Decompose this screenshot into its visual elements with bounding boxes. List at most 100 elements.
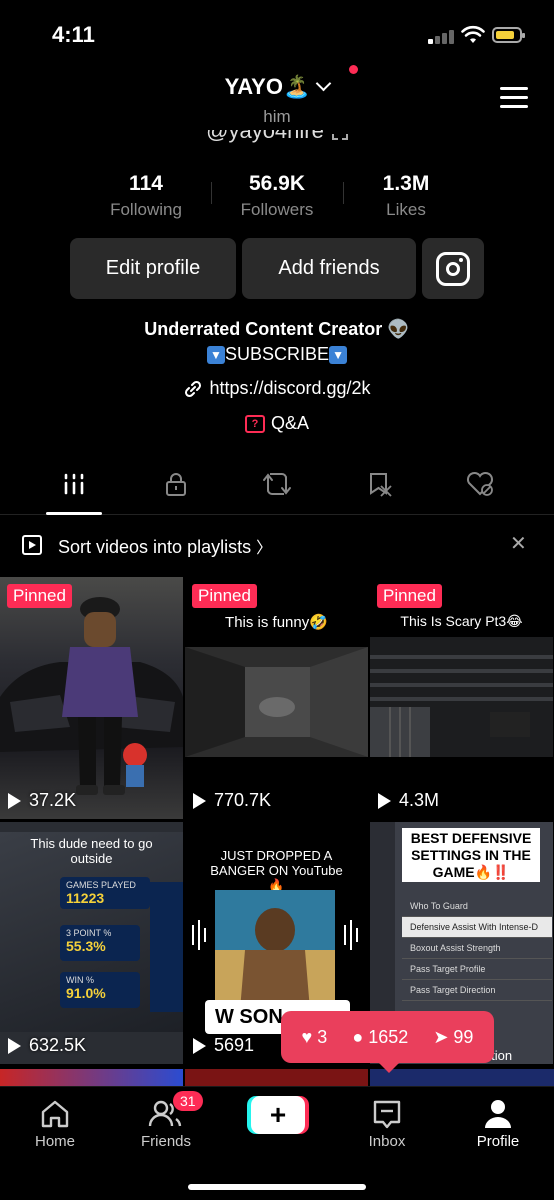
stat-followers[interactable]: 56.9K Followers bbox=[217, 172, 337, 220]
close-icon[interactable]: ✕ bbox=[510, 531, 527, 556]
view-count: 5691 bbox=[193, 1035, 254, 1056]
stat-panel: GAMES PLAYED 11223 bbox=[60, 877, 150, 909]
menu-icon[interactable] bbox=[500, 87, 528, 109]
down-arrow-icon: ▼ bbox=[329, 346, 348, 365]
heart-icon: ♥ bbox=[301, 1026, 313, 1047]
status-time: 4:11 bbox=[52, 22, 95, 47]
playlist-banner[interactable]: Sort videos into playlists 〉 ✕ bbox=[0, 515, 554, 575]
profile-header: YAYO🏝️ him bbox=[0, 65, 554, 130]
nav-inbox[interactable]: Inbox bbox=[332, 1095, 442, 1150]
stat-panel bbox=[150, 882, 183, 1012]
video-grid: Pinned 37.2K This is funny🤣 Pinned 770.7… bbox=[0, 577, 554, 1085]
view-count: 4.3M bbox=[378, 790, 439, 811]
wifi-icon bbox=[461, 25, 485, 43]
subscribe-text: SUBSCRIBE bbox=[224, 344, 330, 364]
play-icon bbox=[193, 1037, 206, 1054]
down-arrow-icon: ▼ bbox=[206, 346, 225, 365]
tab-liked[interactable] bbox=[430, 455, 530, 513]
view-count: 770.7K bbox=[193, 790, 271, 811]
bio-line-2: ▼ SUBSCRIBE ▼ bbox=[0, 344, 554, 365]
link-text: https://discord.gg/2k bbox=[209, 378, 371, 398]
nav-home-label: Home bbox=[34, 1133, 75, 1150]
profile-icon bbox=[485, 1100, 511, 1128]
grid-icon bbox=[64, 473, 84, 495]
chevron-down-icon bbox=[316, 75, 332, 92]
nav-friends[interactable]: Friends 31 bbox=[111, 1091, 221, 1150]
link-icon bbox=[185, 381, 202, 398]
inbox-icon bbox=[373, 1100, 401, 1129]
share-icon: ➤ bbox=[433, 1026, 449, 1047]
divider bbox=[343, 182, 344, 204]
video-tile[interactable]: This is funny🤣 Pinned 770.7K bbox=[185, 577, 368, 819]
signal-icon bbox=[428, 28, 458, 44]
tab-reposts[interactable] bbox=[227, 455, 327, 513]
chevron-right-icon: 〉 bbox=[256, 540, 273, 557]
video-tile[interactable]: This dude need to go outside GAMES PLAYE… bbox=[0, 822, 183, 1064]
alien-emoji: 👽 bbox=[387, 319, 410, 339]
stat-following[interactable]: 114 Following bbox=[86, 172, 206, 220]
pinned-badge: Pinned bbox=[192, 584, 257, 608]
island-emoji: 🏝️ bbox=[282, 74, 311, 99]
add-friends-button[interactable]: Add friends bbox=[242, 238, 416, 299]
activity-shares: ➤ 99 bbox=[433, 1026, 474, 1047]
video-thumbnail bbox=[192, 890, 358, 1010]
home-icon bbox=[41, 1100, 69, 1128]
likes-count: 1.3M bbox=[382, 172, 430, 195]
plus-icon: + bbox=[251, 1096, 305, 1134]
nav-home[interactable]: Home bbox=[0, 1095, 110, 1150]
account-switcher[interactable]: YAYO🏝️ bbox=[0, 74, 554, 100]
bookmark-icon bbox=[370, 473, 392, 497]
tab-videos[interactable] bbox=[24, 455, 124, 515]
bio-text: Underrated Content Creator bbox=[144, 319, 383, 339]
display-name: YAYO bbox=[224, 74, 283, 99]
playlist-icon bbox=[22, 535, 42, 555]
followers-count: 56.9K bbox=[248, 172, 306, 195]
qa-link[interactable]: ? Q&A bbox=[0, 413, 554, 434]
followers-label: Followers bbox=[240, 200, 314, 219]
video-caption: This Is Scary Pt3😂 bbox=[400, 613, 523, 629]
pinned-badge: Pinned bbox=[7, 584, 72, 608]
settings-menu: Who To Guard Defensive Assist With Inten… bbox=[402, 896, 552, 1001]
tab-saved[interactable] bbox=[330, 455, 430, 513]
video-tile[interactable]: This Is Scary Pt3😂 Pinned 4.3M bbox=[370, 577, 553, 819]
tab-private[interactable] bbox=[126, 455, 226, 513]
qa-text: Q&A bbox=[270, 413, 309, 433]
video-tile[interactable]: Pinned 37.2K bbox=[0, 577, 183, 819]
bio-line-1: Underrated Content Creator 👽 bbox=[0, 319, 554, 340]
question-icon: ? bbox=[244, 415, 265, 434]
person-icon: ● bbox=[352, 1026, 364, 1047]
divider bbox=[211, 182, 212, 204]
lock-icon bbox=[166, 473, 186, 496]
nav-friends-label: Friends bbox=[140, 1133, 192, 1150]
play-icon bbox=[378, 792, 391, 809]
play-icon bbox=[8, 1037, 21, 1054]
status-bar: 4:11 bbox=[0, 0, 554, 70]
video-thumbnail bbox=[0, 597, 183, 795]
activity-followers: ● 1652 bbox=[352, 1026, 409, 1047]
video-caption: JUST DROPPED A BANGER ON YouTube 🔥 bbox=[210, 848, 343, 893]
pronoun: him bbox=[263, 107, 291, 126]
video-caption: This dude need to go outside bbox=[30, 836, 153, 866]
next-row-preview bbox=[0, 1069, 554, 1086]
create-button[interactable]: + bbox=[247, 1096, 309, 1134]
profile-stats: 114 Following 56.9K Followers 1.3M Likes bbox=[0, 172, 554, 224]
friends-notification-badge: 31 bbox=[173, 1091, 203, 1111]
activity-likes: ♥ 3 bbox=[301, 1026, 328, 1047]
nav-profile-label: Profile bbox=[476, 1133, 520, 1150]
view-count: 632.5K bbox=[8, 1035, 86, 1056]
stat-likes[interactable]: 1.3M Likes bbox=[346, 172, 466, 220]
bio-link[interactable]: https://discord.gg/2k bbox=[0, 378, 554, 399]
stat-panel: WIN % 91.0% bbox=[60, 972, 140, 1008]
pinned-badge: Pinned bbox=[377, 584, 442, 608]
video-caption: BEST DEFENSIVE SETTINGS IN THE GAME🔥‼️ bbox=[402, 828, 540, 883]
video-caption: This is funny🤣 bbox=[225, 614, 328, 631]
following-label: Following bbox=[110, 200, 182, 219]
activity-popup[interactable]: ♥ 3 ● 1652 ➤ 99 bbox=[281, 1011, 494, 1073]
edit-profile-button[interactable]: Edit profile bbox=[70, 238, 236, 299]
heart-icon bbox=[466, 471, 494, 496]
home-indicator bbox=[188, 1184, 366, 1190]
nav-profile[interactable]: Profile bbox=[443, 1095, 553, 1150]
playlist-banner-text: Sort videos into playlists 〉 bbox=[58, 537, 273, 557]
video-thumbnail bbox=[370, 637, 553, 757]
instagram-button[interactable] bbox=[422, 238, 484, 299]
